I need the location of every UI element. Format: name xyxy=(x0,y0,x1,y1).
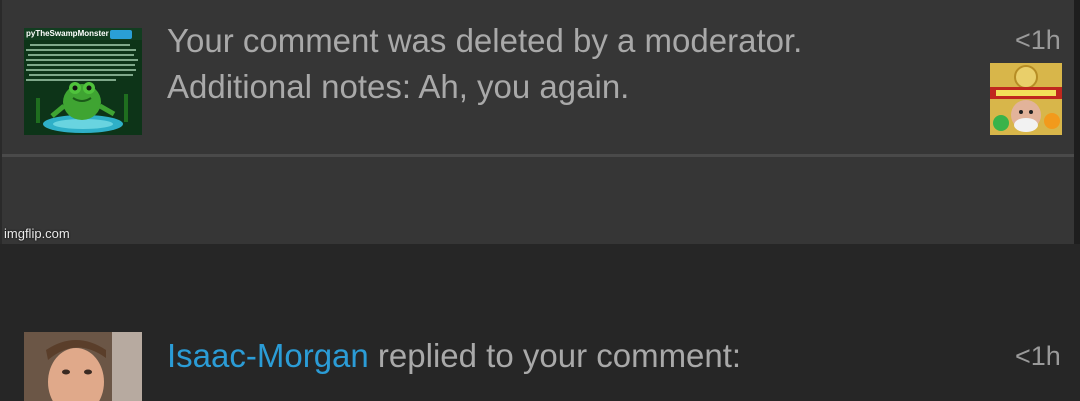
user-avatar-photo-icon[interactable] xyxy=(24,332,142,401)
old-man-meme-thumbnail-icon[interactable] xyxy=(990,63,1062,135)
notification-notes: Additional notes: Ah, you again. xyxy=(167,68,630,105)
notification-message: Your comment was deleted by a moderator. xyxy=(167,22,803,59)
frog-meme-thumbnail-icon[interactable]: pyTheSwampMonster xyxy=(24,28,142,135)
reply-text: replied to your comment: xyxy=(368,337,742,374)
notification-item[interactable]: pyTheSwampMonster Your comment was delet… xyxy=(2,0,1076,154)
thumbnail-username: pyTheSwampMonster xyxy=(26,29,109,38)
notification-time: <1h xyxy=(1015,25,1061,55)
scrollbar-track[interactable] xyxy=(1074,0,1080,244)
notifications-panel: pyTheSwampMonster Your comment was delet… xyxy=(0,0,1076,401)
thumbnail-user-tag xyxy=(110,30,132,39)
imgflip-watermark: imgflip.com xyxy=(4,226,70,241)
notification-time: <1h xyxy=(1015,341,1061,371)
notification-message: Isaac-Morgan replied to your comment: xyxy=(167,333,741,379)
username-link[interactable]: Isaac-Morgan xyxy=(167,337,369,374)
notification-item[interactable]: Isaac-Morgan replied to your comment: <1… xyxy=(2,157,1076,401)
